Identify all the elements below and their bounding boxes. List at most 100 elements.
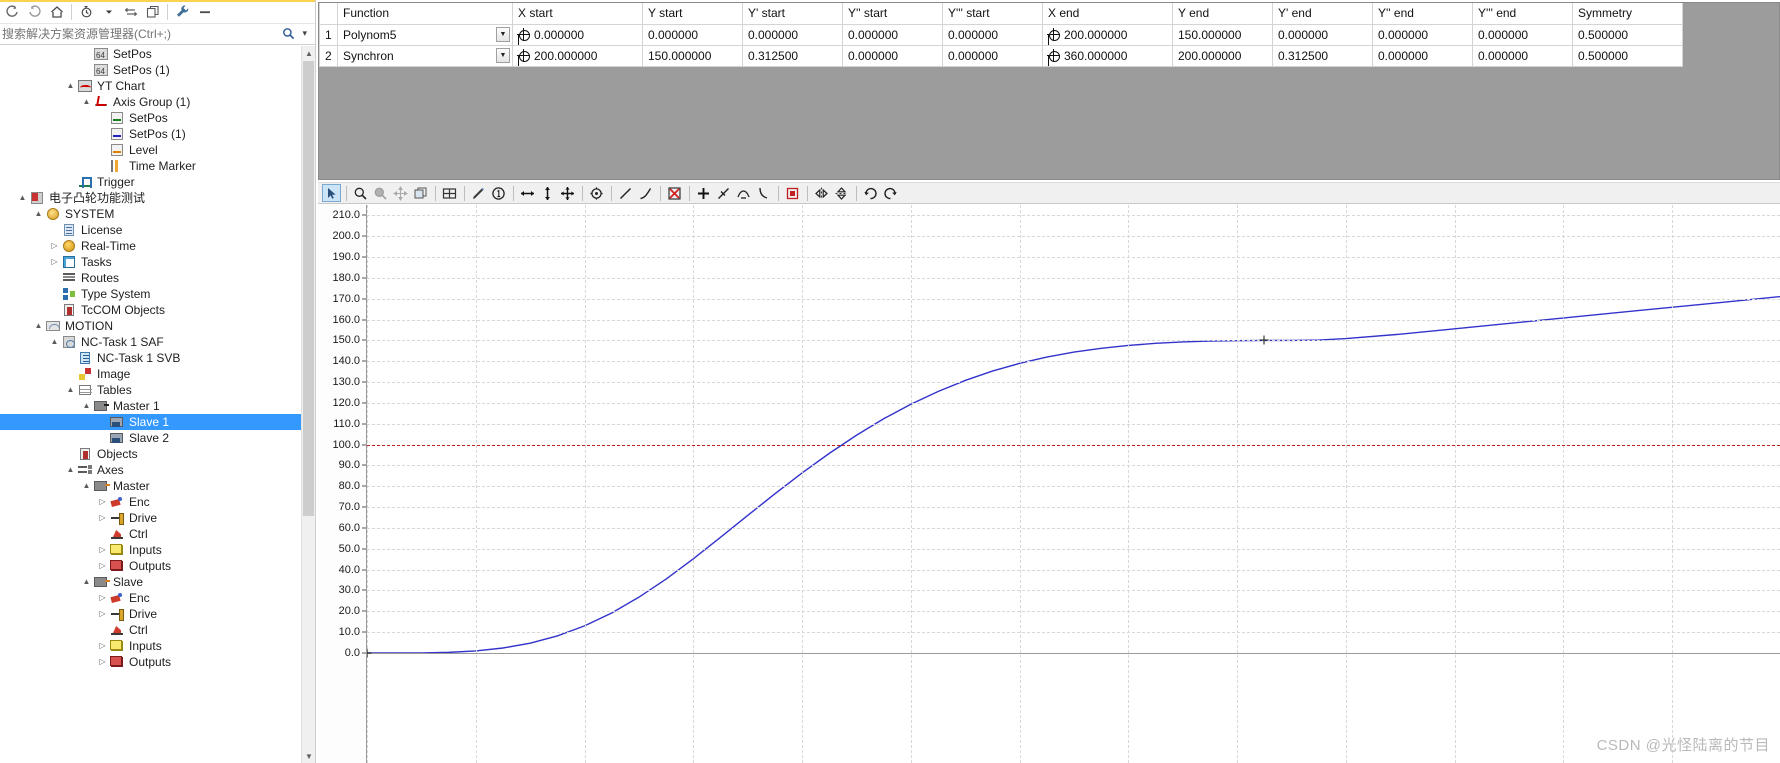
expander-closed-icon[interactable]: ▷ xyxy=(96,510,109,526)
expander-open-icon[interactable]: ▲ xyxy=(80,398,93,414)
cam-table[interactable]: Function X start Y start Y' start Y'' start Y… xyxy=(319,3,1683,67)
home-icon[interactable] xyxy=(46,1,67,22)
tree-item-objects[interactable]: Objects xyxy=(0,446,315,462)
cell-y1end[interactable]: 0.312500 xyxy=(1272,44,1373,67)
segment-point-marker[interactable] xyxy=(1259,335,1269,345)
mirror-vertical-icon[interactable] xyxy=(832,184,851,202)
tree-item-nc-task-1-svb[interactable]: NC-Task 1 SVB xyxy=(0,350,315,366)
tree-item-time-marker[interactable]: Time Marker xyxy=(0,158,315,174)
expander-closed-icon[interactable]: ▷ xyxy=(96,494,109,510)
cell-xstart[interactable]: 0.000000 xyxy=(512,23,643,46)
cell-y3start[interactable]: 0.000000 xyxy=(942,23,1043,46)
table-row[interactable]: 1 Polynom5 ▼ 0.000000 0.000000 0.000000 0.0000… xyxy=(319,23,1683,46)
tree-item-tasks[interactable]: ▷ Tasks xyxy=(0,254,315,270)
move-horizontal-icon[interactable] xyxy=(518,184,537,202)
tree-item-axes[interactable]: ▲ Axes xyxy=(0,462,315,478)
column-header-y3start[interactable]: Y''' start xyxy=(942,3,1043,25)
collapse-all-icon[interactable] xyxy=(194,1,215,22)
scroll-down-arrow-icon[interactable]: ▼ xyxy=(302,749,315,763)
sync-icon[interactable] xyxy=(120,1,141,22)
expander-open-icon[interactable]: ▲ xyxy=(64,382,77,398)
tree-item-enc[interactable]: ▷ Enc xyxy=(0,590,315,606)
tree-item-enc[interactable]: ▷ Enc xyxy=(0,494,315,510)
pending-changes-icon[interactable] xyxy=(76,1,97,22)
point-number-icon[interactable] xyxy=(489,184,508,202)
column-header-symmetry[interactable]: Symmetry xyxy=(1572,3,1683,25)
line-curve-icon[interactable] xyxy=(636,184,655,202)
tree-item-trigger[interactable]: Trigger xyxy=(0,174,315,190)
cell-ystart[interactable]: 150.000000 xyxy=(642,44,743,67)
column-header-y2end[interactable]: Y'' end xyxy=(1372,3,1473,25)
tree-item-routes[interactable]: Routes xyxy=(0,270,315,286)
column-header-y1end[interactable]: Y' end xyxy=(1272,3,1373,25)
column-header-function[interactable]: Function xyxy=(337,3,513,25)
cell-ystart[interactable]: 0.000000 xyxy=(642,23,743,46)
cell-y2end[interactable]: 0.000000 xyxy=(1372,23,1473,46)
cell-y1start[interactable]: 0.000000 xyxy=(742,23,843,46)
column-header-y3end[interactable]: Y''' end xyxy=(1472,3,1573,25)
cell-yend[interactable]: 200.000000 xyxy=(1172,44,1273,67)
slope-icon[interactable] xyxy=(754,184,773,202)
search-input[interactable] xyxy=(0,26,272,42)
column-header-row[interactable] xyxy=(319,3,338,25)
properties-icon[interactable] xyxy=(172,1,193,22)
search-options-chevron-icon[interactable]: ▾ xyxy=(302,28,307,39)
stop-marker-icon[interactable] xyxy=(783,184,802,202)
peak-icon[interactable] xyxy=(734,184,753,202)
tree-item-outputs[interactable]: ▷ Outputs xyxy=(0,558,315,574)
cell-y1end[interactable]: 0.000000 xyxy=(1272,23,1373,46)
expander-open-icon[interactable]: ▲ xyxy=(80,574,93,590)
expander-closed-icon[interactable]: ▷ xyxy=(96,654,109,670)
tree-item-master-1[interactable]: ▲ Master 1 xyxy=(0,398,315,414)
chevron-down-icon[interactable] xyxy=(98,1,119,22)
expander-closed-icon[interactable]: ▷ xyxy=(96,590,109,606)
column-header-xend[interactable]: X end xyxy=(1042,3,1173,25)
tree-item-motion[interactable]: ▲ MOTION xyxy=(0,318,315,334)
expander-open-icon[interactable]: ▲ xyxy=(80,478,93,494)
tangent-icon[interactable] xyxy=(714,184,733,202)
cell-y2start[interactable]: 0.000000 xyxy=(842,23,943,46)
chevron-down-icon[interactable]: ▼ xyxy=(496,26,510,42)
tree-item-setpos-1[interactable]: SetPos (1) xyxy=(0,62,315,80)
solution-tree[interactable]: SetPos SetPos (1) ▲ YT Chart ▲ Axis Group (1)… xyxy=(0,46,315,763)
cell-y3start[interactable]: 0.000000 xyxy=(942,44,1043,67)
expander-open-icon[interactable]: ▲ xyxy=(32,206,45,222)
tree-item-slave-1[interactable]: Slave 1 xyxy=(0,414,315,430)
cell-y1start[interactable]: 0.312500 xyxy=(742,44,843,67)
function-select[interactable]: Synchron ▼ xyxy=(337,44,513,67)
expander-open-icon[interactable]: ▲ xyxy=(64,462,77,478)
origin-point-marker[interactable] xyxy=(367,648,372,658)
undo-icon[interactable] xyxy=(861,184,880,202)
redo-icon[interactable] xyxy=(881,184,900,202)
row-number[interactable]: 2 xyxy=(319,44,338,67)
tree-item-ctrl[interactable]: Ctrl xyxy=(0,526,315,542)
expander-open-icon[interactable]: ▲ xyxy=(64,78,77,94)
expander-open-icon[interactable]: ▲ xyxy=(48,334,61,350)
cell-xend[interactable]: 200.000000 xyxy=(1042,23,1173,46)
tree-item-license[interactable]: License xyxy=(0,222,315,238)
expander-open-icon[interactable]: ▲ xyxy=(80,94,93,110)
expander-open-icon[interactable]: ▲ xyxy=(16,190,29,206)
move-vertical-icon[interactable] xyxy=(538,184,557,202)
tree-item-outputs[interactable]: ▷ Outputs xyxy=(0,654,315,670)
expander-closed-icon[interactable]: ▷ xyxy=(48,254,61,270)
line-straight-icon[interactable] xyxy=(616,184,635,202)
expander-closed-icon[interactable]: ▷ xyxy=(96,542,109,558)
tree-item-system[interactable]: ▲ SYSTEM xyxy=(0,206,315,222)
cam-table-body[interactable]: 1 Polynom5 ▼ 0.000000 0.000000 0.000000 0.0000… xyxy=(319,23,1683,67)
tree-scroll-thumb[interactable] xyxy=(303,61,314,516)
expander-closed-icon[interactable]: ▷ xyxy=(96,638,109,654)
tree-item-tccom-objects[interactable]: TcCOM Objects xyxy=(0,302,315,318)
cell-symmetry[interactable]: 0.500000 xyxy=(1572,23,1683,46)
back-icon[interactable] xyxy=(2,1,23,22)
grid-toggle-icon[interactable] xyxy=(440,184,459,202)
forward-icon[interactable] xyxy=(24,1,45,22)
column-header-y1start[interactable]: Y' start xyxy=(742,3,843,25)
cam-table-container[interactable]: Function X start Y start Y' start Y'' start Y… xyxy=(318,2,1780,180)
cell-y2start[interactable]: 0.000000 xyxy=(842,44,943,67)
tree-item-yt-chart[interactable]: ▲ YT Chart xyxy=(0,78,315,94)
column-header-y2start[interactable]: Y'' start xyxy=(842,3,943,25)
pencil-edit-icon[interactable] xyxy=(469,184,488,202)
tree-item-[interactable]: ▲ 电子凸轮功能测试 xyxy=(0,190,315,206)
tree-item-tables[interactable]: ▲ Tables xyxy=(0,382,315,398)
